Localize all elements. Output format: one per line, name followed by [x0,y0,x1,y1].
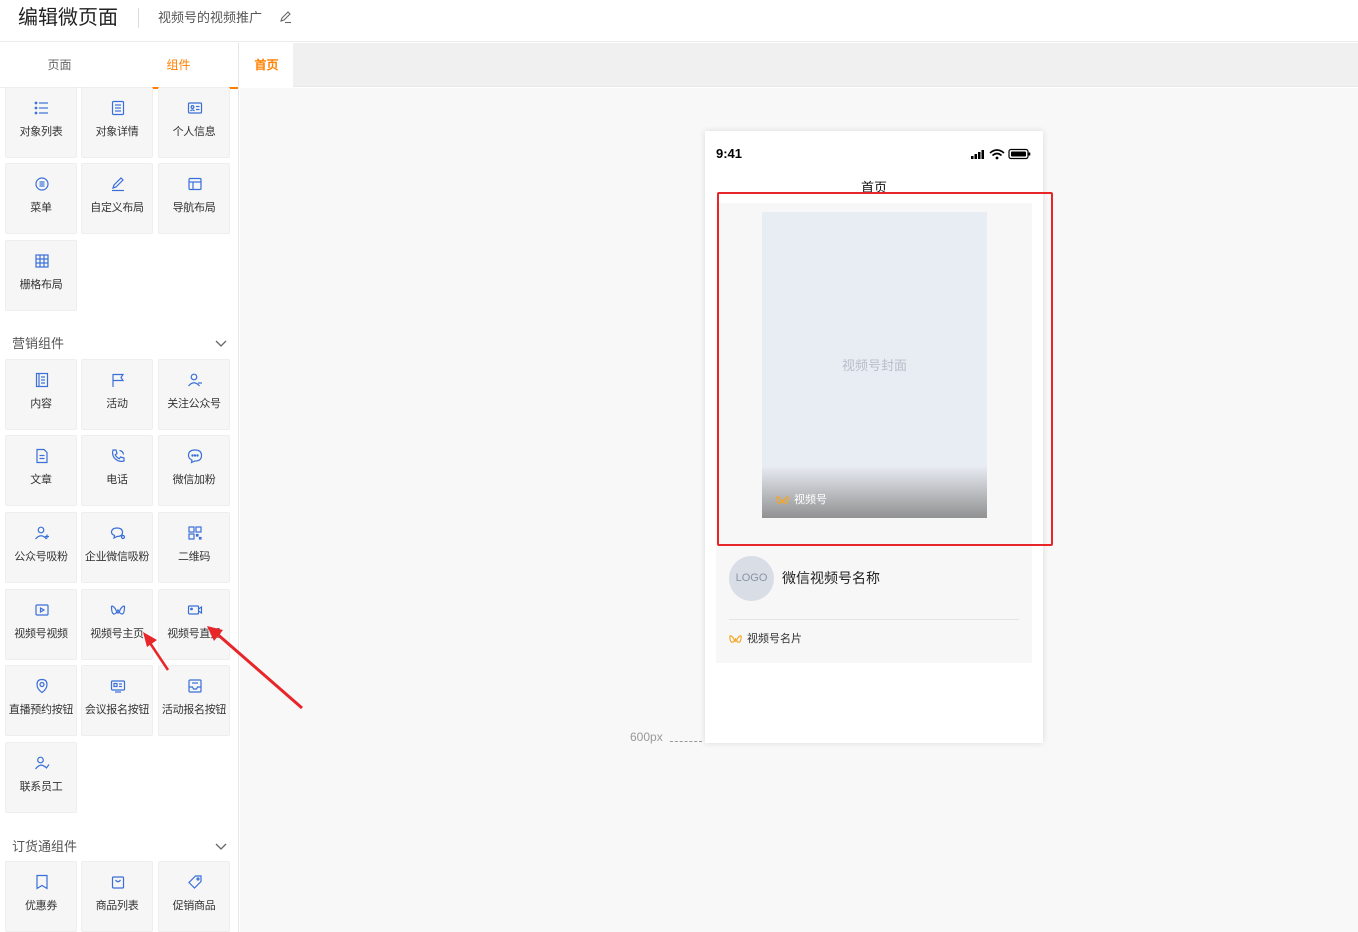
component-nav-layout[interactable]: 导航布局 [158,163,230,234]
contact-icon [35,756,50,770]
app-header: 编辑微页面 视频号的视频推广 [0,0,1358,42]
pen-icon [112,177,124,192]
panel-tabs: 页面 组件 [0,43,238,89]
channels-icon [110,605,126,615]
channels-home-widget[interactable]: 视频号封面 视频号 LOGO 微信视频号名称 视频号名片 [716,203,1032,663]
page-title: 编辑微页面 [18,7,118,29]
article-icon [36,448,48,464]
signal-icon [971,150,984,159]
component-coupon[interactable]: 优惠券 [5,861,77,932]
channels-logo-icon [776,496,789,504]
user-plus-icon [35,526,49,540]
nav-layout-icon [188,177,202,191]
meeting-icon [110,680,126,693]
micro-page-name[interactable]: 视频号的视频推广 [158,9,262,27]
component-object-detail[interactable]: 对象详情 [81,87,153,158]
account-logo: LOGO [729,556,774,601]
chevron-down-icon[interactable] [214,339,228,349]
status-time: 9:41 [716,146,743,161]
component-follow-official[interactable]: 关注公众号 [158,359,230,430]
component-channels-video[interactable]: 视频号视频 [5,589,77,660]
component-panel: 页面 组件 对象列表 对象详情 个人信息 菜单 自定义布局 导航布局 栅格布局 … [0,43,239,932]
component-personal-info[interactable]: 个人信息 [158,87,230,158]
inbox-icon [188,679,202,693]
chevron-down-icon[interactable] [214,842,228,852]
user-follow-icon [188,373,202,387]
phone-preview: 9:41 首页 视频号封面 视频号 LOGO 微信视频号名称 视频号名片 [705,131,1043,743]
menu-icon [35,177,49,191]
section-ordering-title: 订货通组件 [12,839,78,854]
canvas-width-label: 600px [630,730,663,744]
status-icons [971,148,1031,160]
tab-home-page[interactable]: 首页 [240,43,293,87]
component-article[interactable]: 文章 [5,435,77,506]
component-qrcode[interactable]: 二维码 [158,512,230,583]
component-grid-layout[interactable]: 栅格布局 [5,240,77,311]
flag-icon [112,373,125,387]
canvas-page-tabs: 首页 [240,43,1358,87]
width-guide-line [670,741,702,742]
detail-icon [111,100,125,116]
tab-components[interactable]: 组件 [119,43,238,89]
component-meeting-signup-button[interactable]: 会议报名按钮 [81,665,153,736]
component-wecom-fans[interactable]: 企业微信吸粉 [81,512,153,583]
grid-icon [35,254,49,268]
wecom-icon [110,527,126,540]
tag-icon [188,875,202,889]
component-official-fans[interactable]: 公众号吸粉 [5,512,77,583]
battery-icon [1008,148,1031,160]
live-icon [187,605,203,615]
chat-icon [187,449,203,464]
header-divider [138,8,139,28]
component-promo-products[interactable]: 促销商品 [158,861,230,932]
channels-logo-icon [729,635,742,643]
reserve-icon [36,678,48,694]
cover-gradient [762,466,987,518]
component-custom-layout[interactable]: 自定义布局 [81,163,153,234]
component-contact-staff[interactable]: 联系员工 [5,742,77,813]
phone-page-title: 首页 [860,180,887,195]
component-object-list[interactable]: 对象列表 [5,87,77,158]
component-activity-signup-button[interactable]: 活动报名按钮 [158,665,230,736]
component-channels-live[interactable]: 视频号直播 [158,589,230,660]
divider [729,619,1019,620]
list-icon [34,101,48,115]
edit-icon[interactable] [278,10,292,24]
wifi-icon [989,149,1005,157]
id-card-icon [187,102,203,114]
component-phone[interactable]: 电话 [81,435,153,506]
component-live-reserve-button[interactable]: 直播预约按钮 [5,665,77,736]
component-product-list[interactable]: 商品列表 [81,861,153,932]
section-marketing-title: 营销组件 [12,336,65,351]
cover-placeholder-label: 视频号封面 [841,358,907,373]
component-content[interactable]: 内容 [5,359,77,430]
account-name: 微信视频号名称 [782,570,880,586]
component-activity[interactable]: 活动 [81,359,153,430]
book-icon [35,372,49,388]
component-wechat-fans[interactable]: 微信加粉 [158,435,230,506]
coupon-icon [36,874,48,890]
shop-bag-icon [111,876,125,889]
tab-page[interactable]: 页面 [0,43,119,88]
channels-cover: 视频号封面 视频号 [762,212,987,518]
video-icon [35,604,49,616]
component-channels-home[interactable]: 视频号主页 [81,589,153,660]
component-menu[interactable]: 菜单 [5,163,77,234]
phone-icon [111,449,125,462]
qrcode-icon [188,526,202,540]
